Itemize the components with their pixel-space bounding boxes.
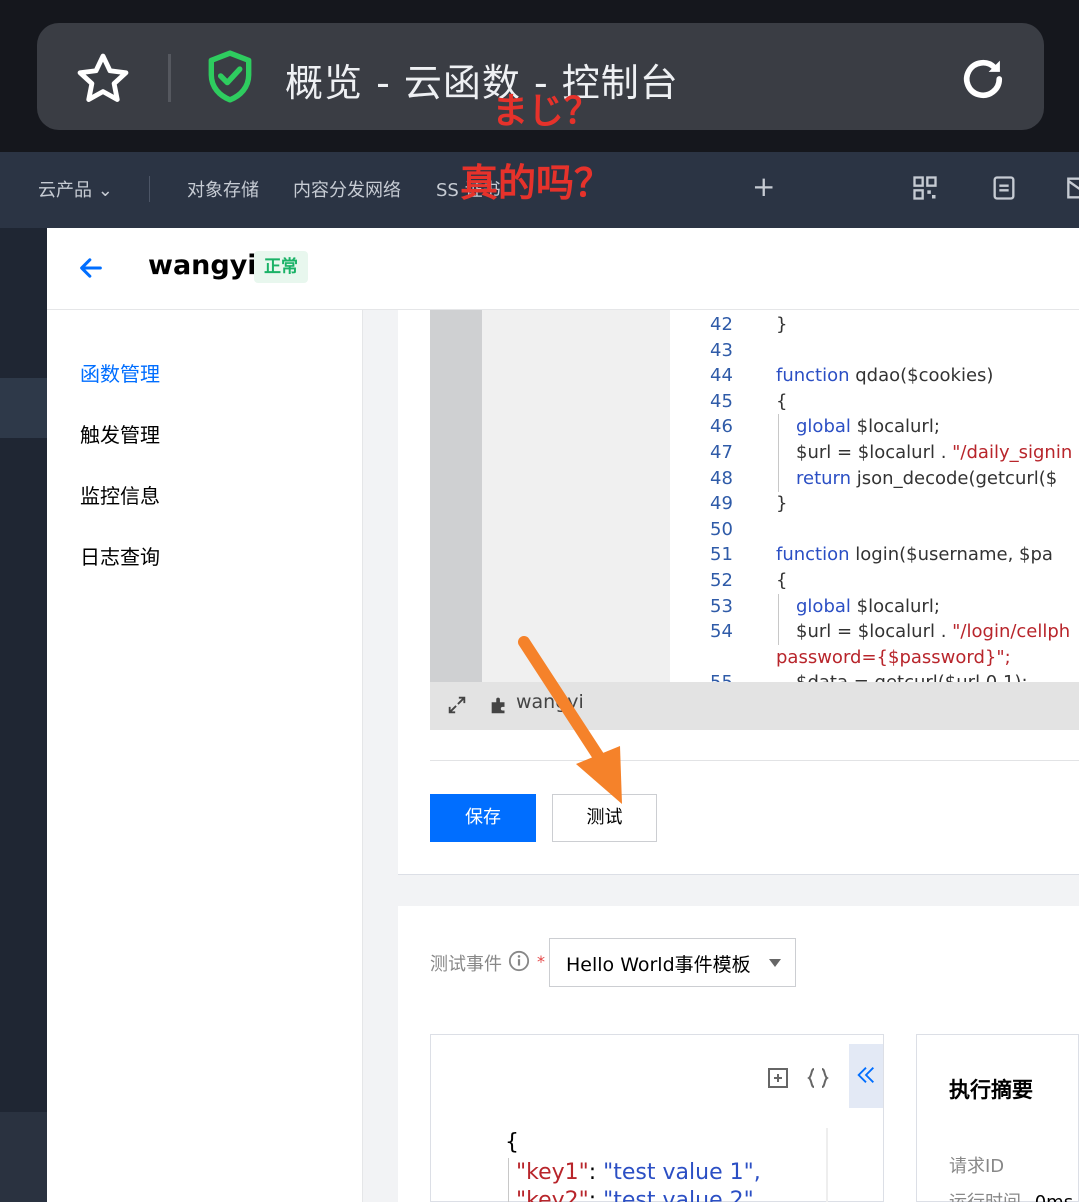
code-text: $data = getcurl($url,0,1); <box>796 672 1028 682</box>
line-number: 46 <box>710 416 733 438</box>
line-number: 49 <box>710 493 733 515</box>
test-event-selected: Hello World事件模板 <box>566 954 751 976</box>
annotation-chinese: 真的吗？ <box>460 161 613 205</box>
line-number: 55 <box>710 672 733 682</box>
editor-file-tree <box>482 310 670 682</box>
runtime-label: 运行时间 <box>949 1192 1021 1202</box>
line-number: 52 <box>710 570 733 591</box>
bookmark-star-icon[interactable] <box>74 50 132 108</box>
sidebar-item-function-management[interactable]: 函数管理 <box>80 358 160 387</box>
json-scrollbar[interactable] <box>826 1128 828 1202</box>
sidebar-item-monitoring[interactable]: 监控信息 <box>80 480 160 509</box>
new-template-icon[interactable] <box>766 1066 790 1090</box>
code-text: password={$password}"; <box>776 646 1011 668</box>
runtime-row: 运行时间 0ms <box>949 1188 1073 1202</box>
json-key-1: "key1" <box>516 1160 589 1185</box>
execution-summary-title: 执行摘要 <box>949 1078 1033 1102</box>
code-editor[interactable]: 42} 43 44 function qdao($cookies) 45 {46 globa… <box>670 310 1079 682</box>
outer-left-panel <box>0 228 47 1202</box>
required-marker: * <box>537 952 545 971</box>
code-text: global $localurl; <box>796 595 940 617</box>
sidebar-item-trigger-management[interactable]: 触发管理 <box>80 419 160 448</box>
sidebar-item-log-query[interactable]: 日志查询 <box>80 541 160 570</box>
function-name: wangyi <box>148 250 257 281</box>
code-text: function qdao($cookies) <box>776 365 994 387</box>
add-shortcut-icon[interactable]: + <box>752 170 775 203</box>
test-event-label: 测试事件 <box>430 954 502 975</box>
cloud-products-menu[interactable]: 云产品 ⌄ <box>38 176 113 202</box>
indent-guide <box>778 619 779 646</box>
url-divider <box>168 54 171 102</box>
annotation-japanese: まじ？ <box>492 91 601 132</box>
json-key-2: "key2" <box>516 1188 589 1202</box>
json-value-2: "test value 2" <box>603 1188 754 1202</box>
line-number: 45 <box>710 390 733 412</box>
code-text: { <box>776 390 788 412</box>
code-text: $url = $localurl . "/login/cellph <box>796 621 1071 643</box>
outer-left-footer <box>0 1112 47 1202</box>
json-line-2: "key2": "test value 2" <box>516 1188 754 1202</box>
double-chevron-left-icon <box>857 1067 874 1083</box>
nav-item-cdn[interactable]: 内容分发网络 <box>293 176 401 202</box>
code-text: global $localurl; <box>796 416 940 438</box>
request-id-label: 请求ID <box>949 1156 1005 1177</box>
line-number: 54 <box>710 621 733 643</box>
code-text: return json_decode(getcurl($ <box>796 467 1058 489</box>
code-text: } <box>776 314 788 335</box>
back-arrow-icon[interactable] <box>76 254 106 282</box>
fullscreen-icon[interactable] <box>446 694 468 716</box>
chevron-down-icon <box>769 959 781 967</box>
indent-guide <box>778 593 779 620</box>
line-number: 48 <box>710 467 733 489</box>
indent-guide <box>778 440 779 466</box>
qrcode-icon[interactable] <box>911 174 939 202</box>
outer-left-highlight <box>0 378 47 438</box>
line-number: 50 <box>710 518 733 540</box>
function-icon <box>491 697 505 714</box>
annotation-arrow-icon <box>518 636 622 804</box>
info-icon[interactable] <box>508 950 530 972</box>
json-indent-guide <box>508 1158 509 1202</box>
code-text: } <box>776 493 788 515</box>
line-number: 47 <box>710 442 733 463</box>
line-number: 43 <box>710 339 733 361</box>
runtime-value: 0ms <box>1035 1192 1073 1202</box>
code-text: { <box>776 570 788 591</box>
json-value-1: "test value 1", <box>603 1160 761 1185</box>
line-number: 44 <box>710 365 733 387</box>
json-line-1: "key1": "test value 1", <box>516 1160 761 1185</box>
json-open-brace: { <box>505 1130 519 1155</box>
nav-item-object-storage[interactable]: 对象存储 <box>187 176 259 202</box>
indent-guide <box>778 414 779 441</box>
editor-activity-bar <box>430 310 482 682</box>
line-number: 51 <box>710 544 733 566</box>
message-icon[interactable] <box>1066 174 1079 202</box>
document-icon[interactable] <box>990 174 1018 202</box>
line-number: 42 <box>710 314 733 335</box>
indent-guide <box>778 465 779 492</box>
status-badge: 正常 <box>254 251 308 283</box>
code-text: $url = $localurl . "/daily_signin <box>796 442 1073 463</box>
code-text: function login($username, $pa <box>776 544 1053 566</box>
format-json-icon[interactable] <box>806 1066 830 1090</box>
shield-check-icon <box>208 50 252 103</box>
nav-divider <box>149 176 150 202</box>
page-title: 概览 - 云函数 - 控制台 <box>285 61 679 105</box>
reload-icon[interactable] <box>957 53 1009 105</box>
line-number: 53 <box>710 595 733 617</box>
